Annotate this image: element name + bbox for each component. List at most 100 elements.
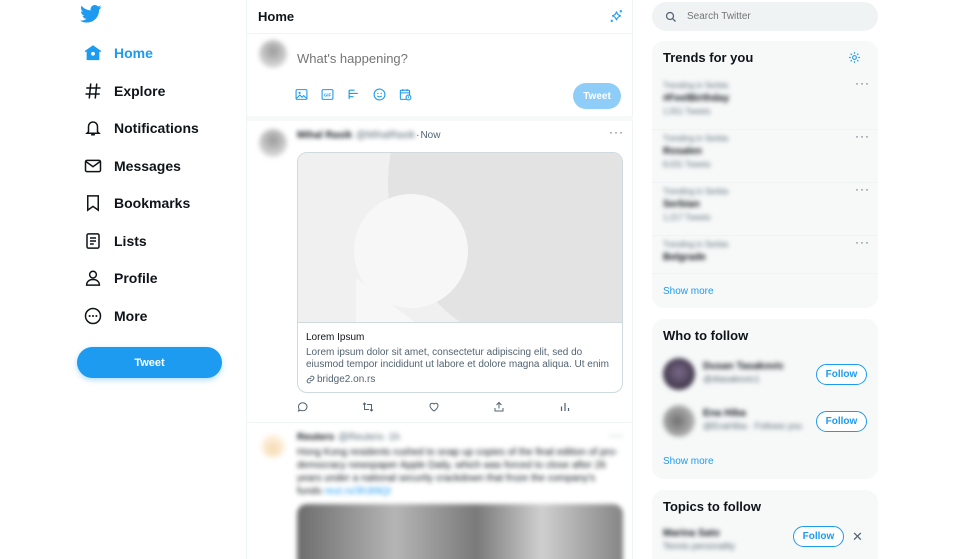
person-icon: [82, 267, 104, 289]
suggestion-name: Ena Hiba: [703, 408, 746, 419]
nav-label-more: More: [114, 308, 148, 324]
follow-suggestion[interactable]: Ena Hiba @EnaHiba · Follows you Follow: [652, 399, 878, 445]
left-navigation: Home Explore Notifications Messages Book…: [0, 0, 246, 559]
tweet[interactable]: Reuters @Reuters · 1h ··· Hong Kong resi…: [247, 424, 633, 559]
schedule-icon[interactable]: [399, 88, 412, 101]
nav-label-messages: Messages: [114, 158, 181, 174]
trend-context: Trending in Serbia: [663, 187, 729, 196]
tweet-link[interactable]: reut.rs/3h3t9QI: [324, 486, 391, 497]
trend-name: Serbian: [663, 199, 700, 210]
avatar[interactable]: [259, 129, 287, 157]
tweet-author-name[interactable]: Mihal Rasik: [297, 130, 352, 141]
trend-context: Trending in Serbia: [663, 240, 729, 249]
topic-follow-button[interactable]: Follow: [793, 526, 844, 547]
tweet-header: Mihal Rasik @MihalRasik · Now: [297, 130, 440, 141]
trend-name: #FeelBirthday: [663, 93, 730, 104]
gif-icon[interactable]: GIF: [321, 88, 334, 101]
nav-item-home[interactable]: Home: [82, 38, 153, 68]
search-input[interactable]: [687, 11, 857, 22]
trends-show-more[interactable]: Show more: [663, 286, 714, 297]
link-card-image: [298, 153, 622, 323]
tweet-author-name[interactable]: Reuters: [297, 432, 334, 443]
right-sidebar: Trends for you Trending in Serbia #FeelB…: [651, 0, 879, 559]
link-card[interactable]: Lorem Ipsum Lorem ipsum dolor sit amet, …: [297, 152, 623, 393]
gear-icon[interactable]: [848, 51, 861, 64]
nav-item-messages[interactable]: Messages: [82, 151, 181, 181]
compose-box: GIF Tweet: [247, 34, 633, 116]
link-card-body: Lorem Ipsum Lorem ipsum dolor sit amet, …: [306, 332, 616, 385]
follow-button[interactable]: Follow: [816, 364, 867, 385]
more-options-icon[interactable]: ···: [855, 76, 870, 90]
tweet[interactable]: Mihal Rasik @MihalRasik · Now ··· Lorem …: [247, 121, 633, 423]
nav-label-lists: Lists: [114, 233, 147, 249]
tweet-author-handle[interactable]: @MihalRasik: [356, 130, 415, 141]
twitter-bird-icon[interactable]: [80, 5, 106, 27]
close-icon[interactable]: ✕: [852, 529, 863, 545]
nav-item-explore[interactable]: Explore: [82, 76, 165, 106]
nav-item-notifications[interactable]: Notifications: [82, 113, 199, 143]
trends-panel: Trends for you Trending in Serbia #FeelB…: [652, 41, 878, 308]
tweet-media[interactable]: [297, 504, 623, 559]
list-icon: [82, 230, 104, 252]
topic-category: Tennis personality: [663, 541, 736, 551]
compose-tweet-button[interactable]: Tweet: [573, 83, 621, 109]
trend-count: 1,217 Tweets: [663, 213, 711, 222]
follow-suggestion[interactable]: Dusan Tasakovic @dtasakovic1 Follow: [652, 352, 878, 398]
emoji-icon[interactable]: [373, 88, 386, 101]
nav-item-bookmarks[interactable]: Bookmarks: [82, 188, 190, 218]
nav-item-more[interactable]: More: [82, 301, 147, 331]
nav-item-lists[interactable]: Lists: [82, 226, 147, 256]
search-icon: [652, 11, 677, 23]
trend-item[interactable]: Trending in Serbia Rosalen 8,031 Tweets …: [652, 129, 878, 183]
avatar[interactable]: [663, 405, 695, 437]
link-icon: [306, 375, 317, 384]
link-card-url: bridge2.on.rs: [306, 374, 616, 385]
trend-item[interactable]: Trending in Serbia Serbian 1,217 Tweets …: [652, 182, 878, 236]
avatar: [259, 40, 287, 68]
topic-suggestion[interactable]: Marina Sato Tennis personality Follow ✕: [652, 518, 878, 559]
like-icon[interactable]: [428, 401, 440, 413]
separator-dot: ·: [384, 432, 388, 443]
link-card-description: Lorem ipsum dolor sit amet, consectetur …: [306, 347, 609, 370]
search-bar[interactable]: [652, 2, 878, 31]
avatar[interactable]: [261, 434, 285, 458]
nav-label-explore: Explore: [114, 83, 166, 99]
topics-title: Topics to follow: [663, 499, 761, 514]
suggestion-handle: @EnaHiba · Follows you: [703, 421, 803, 431]
envelope-icon: [82, 155, 104, 177]
tweet-author-handle[interactable]: @Reuters: [338, 432, 383, 443]
who-to-follow-show-more[interactable]: Show more: [663, 456, 714, 467]
share-icon[interactable]: [493, 401, 505, 413]
nav-label-home: Home: [114, 45, 153, 61]
trend-item[interactable]: Trending in Serbia Belgrade ···: [652, 235, 878, 274]
timeline-header: Home: [247, 0, 633, 34]
tweet-time[interactable]: 1h: [389, 432, 400, 443]
more-options-icon[interactable]: ···: [855, 235, 870, 249]
more-options-icon[interactable]: ···: [855, 182, 870, 196]
analytics-icon[interactable]: [559, 401, 571, 413]
poll-icon[interactable]: [347, 88, 360, 101]
more-options-icon[interactable]: ···: [855, 129, 870, 143]
tweet-header: Reuters @Reuters · 1h: [297, 432, 400, 443]
more-options-icon[interactable]: ···: [609, 428, 624, 442]
link-card-title: Lorem Ipsum: [306, 332, 365, 343]
image-icon[interactable]: [295, 88, 308, 101]
nav-label-bookmarks: Bookmarks: [114, 195, 191, 211]
sidebar-tweet-button[interactable]: Tweet: [77, 347, 222, 378]
sparkle-icon[interactable]: [609, 9, 624, 24]
hashtag-icon: [82, 80, 104, 102]
reply-icon[interactable]: [297, 401, 309, 413]
nav-item-profile[interactable]: Profile: [82, 263, 158, 293]
more-options-icon[interactable]: ···: [609, 125, 624, 139]
compose-input[interactable]: [297, 51, 557, 66]
compose-toolbar: GIF: [295, 88, 425, 101]
follow-button[interactable]: Follow: [816, 411, 867, 432]
avatar[interactable]: [663, 358, 695, 390]
home-icon: [82, 42, 104, 64]
retweet-icon[interactable]: [362, 401, 374, 413]
separator-dot: ·: [416, 130, 420, 141]
trend-item[interactable]: Trending in Serbia #FeelBirthday 1,551 T…: [652, 76, 878, 130]
bookmark-icon: [82, 192, 104, 214]
page-title: Home: [258, 9, 295, 24]
tweet-time[interactable]: Now: [420, 130, 440, 141]
